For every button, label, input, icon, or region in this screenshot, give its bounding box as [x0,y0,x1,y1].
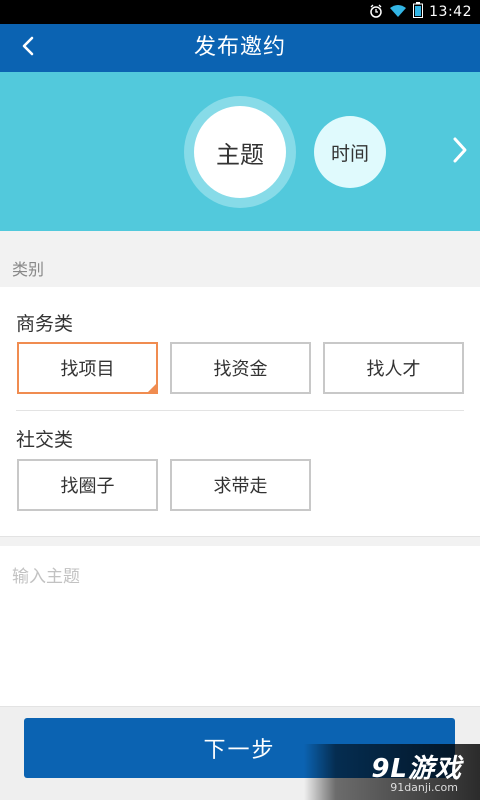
option-find-circle[interactable]: 找圈子 [17,459,158,511]
step-header: 主题 时间 [0,72,480,231]
status-time: 13:42 [429,4,472,20]
step-topic[interactable]: 主题 [194,106,286,198]
status-bar: 13:42 [0,0,480,24]
page-title: 发布邀约 [193,35,286,60]
status-icons: 13:42 [369,2,472,22]
topic-input[interactable] [0,546,480,706]
step-time[interactable]: 时间 [314,116,386,188]
alarm-icon [369,3,383,22]
watermark-brand: 9L游戏 [371,754,462,784]
wifi-icon [389,3,407,22]
watermark: 9L游戏 91danji.com [304,744,480,800]
next-step-arrow[interactable] [446,134,474,170]
topic-area [0,546,480,706]
category-card: 商务类 找项目 找资金 找人才 社交类 找圈子 求带走 [0,287,480,537]
chevron-right-icon [452,136,468,168]
divider [16,410,464,411]
category-label: 类别 [12,260,45,279]
option-find-funding[interactable]: 找资金 [170,342,311,394]
group-title-social: 社交类 [16,429,74,451]
group-title-business: 商务类 [16,313,74,335]
option-find-talent[interactable]: 找人才 [323,342,464,394]
app-bar: 发布邀约 [0,24,480,72]
option-find-project[interactable]: 找项目 [17,342,158,394]
option-take-me-along[interactable]: 求带走 [170,459,311,511]
battery-icon [413,2,424,22]
watermark-domain: 91danji.com [390,781,458,794]
